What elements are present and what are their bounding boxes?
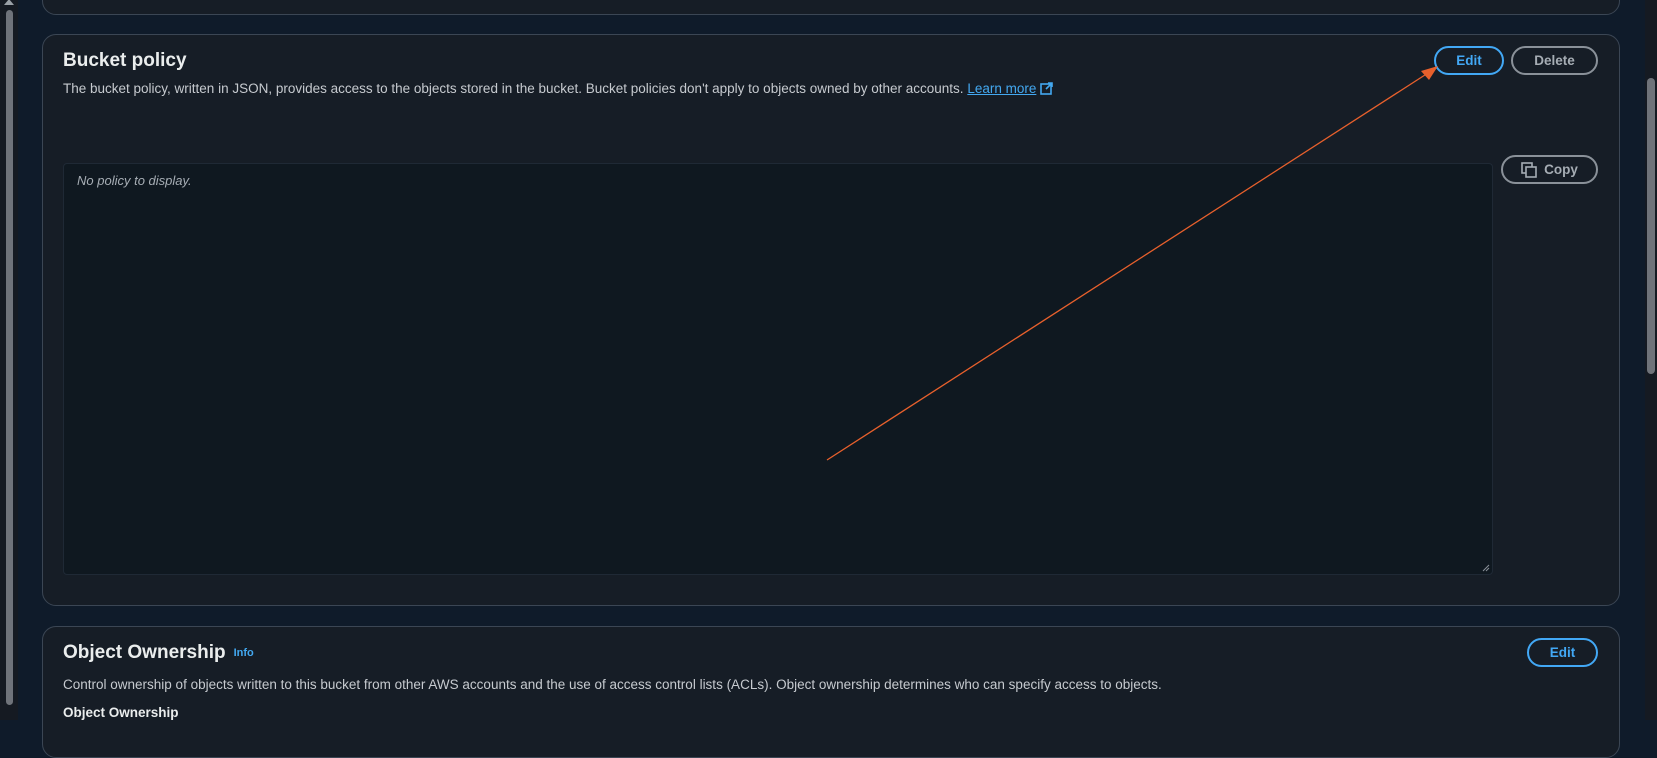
object-ownership-subheading: Object Ownership [63, 705, 179, 720]
no-policy-message: No policy to display. [77, 173, 192, 188]
policy-text-area[interactable]: No policy to display. [63, 163, 1493, 575]
left-scrollbar-thumb[interactable] [6, 10, 13, 705]
object-ownership-title: Object Ownership Info [63, 642, 254, 664]
right-scrollbar-thumb[interactable] [1647, 78, 1655, 374]
copy-icon [1521, 161, 1537, 178]
external-link-icon [1040, 82, 1054, 95]
object-ownership-info-link[interactable]: Info [234, 647, 254, 659]
object-ownership-description: Control ownership of objects written to … [63, 677, 1162, 692]
learn-more-link[interactable]: Learn more [967, 81, 1054, 96]
bucket-policy-title: Bucket policy [63, 50, 187, 71]
copy-button[interactable]: Copy [1501, 155, 1598, 184]
scroll-up-arrow-icon[interactable] [4, 0, 14, 5]
copy-label: Copy [1544, 162, 1578, 177]
bucket-policy-panel: Bucket policy The bucket policy, written… [42, 34, 1620, 606]
right-scrollbar[interactable] [1645, 0, 1657, 720]
object-ownership-panel: Object Ownership Info Control ownership o… [42, 626, 1620, 758]
previous-section-panel [42, 0, 1620, 15]
object-ownership-title-text: Object Ownership [63, 642, 226, 663]
learn-more-label: Learn more [967, 81, 1037, 96]
resize-handle-icon[interactable] [1482, 564, 1490, 572]
object-ownership-edit-button[interactable]: Edit [1527, 638, 1598, 667]
bucket-policy-description: The bucket policy, written in JSON, prov… [63, 81, 1054, 96]
bucket-policy-delete-button[interactable]: Delete [1511, 46, 1598, 75]
bucket-policy-edit-button[interactable]: Edit [1434, 46, 1504, 75]
left-scrollbar[interactable] [0, 0, 18, 720]
bucket-policy-description-text: The bucket policy, written in JSON, prov… [63, 81, 964, 96]
